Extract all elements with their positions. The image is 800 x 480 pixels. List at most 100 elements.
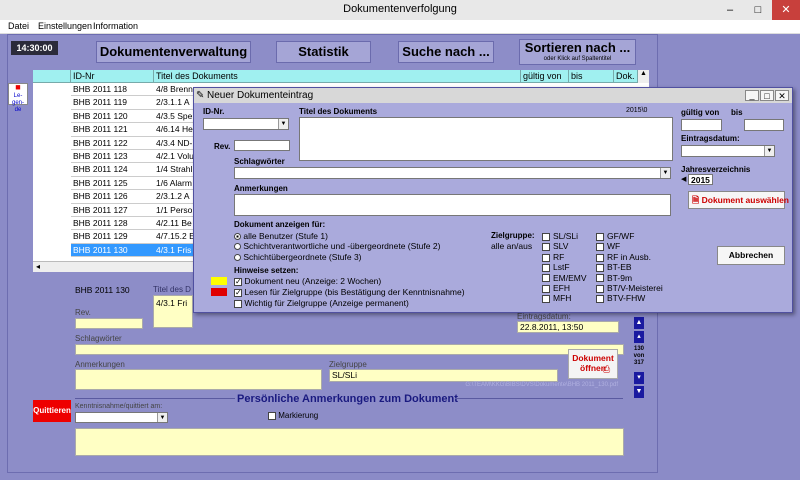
dialog-rev-field[interactable] xyxy=(234,140,290,151)
dialog-ziel-label: Zielgruppe: xyxy=(491,231,535,240)
radio-stufe-3-dot[interactable] xyxy=(234,254,241,262)
detail-rev-field[interactable] xyxy=(75,318,143,329)
hinweis-lesen[interactable]: ✓ Lesen für Zielgruppe (bis Bestätigung … xyxy=(234,287,465,297)
zielgruppe-option[interactable]: BT/V-Meisterei xyxy=(596,283,663,293)
zielgruppe-checkbox[interactable] xyxy=(542,284,550,293)
cancel-button[interactable]: Abbrechen xyxy=(717,246,785,265)
dialog-close-button[interactable]: ✕ xyxy=(775,90,789,101)
sortieren-button[interactable]: Sortieren nach ... oder Klick auf Spalte… xyxy=(519,39,636,65)
radio-stufe-2[interactable]: Schichtverantwortliche und -übergeordnet… xyxy=(234,241,440,251)
radio-stufe-2-dot[interactable] xyxy=(234,243,241,251)
grid-header-id[interactable]: ID-Nr xyxy=(71,70,154,83)
chevron-down-icon: ▼ xyxy=(278,119,288,129)
radio-stufe-1-dot[interactable] xyxy=(234,233,241,241)
kenntnis-dropdown[interactable]: ▼ xyxy=(75,412,168,423)
zielgruppe-checkbox[interactable] xyxy=(542,243,550,252)
zielgruppe-option[interactable]: EFH xyxy=(542,283,587,293)
dialog-bis-field[interactable] xyxy=(744,119,784,131)
zielgruppe-option[interactable]: RF in Ausb. xyxy=(596,252,663,262)
personal-notes-field[interactable] xyxy=(75,428,624,456)
zielgruppe-option[interactable]: BT-EB xyxy=(596,262,663,272)
zielgruppe-checkbox[interactable] xyxy=(596,295,604,304)
zielgruppe-checkbox[interactable] xyxy=(596,232,604,241)
zielgruppe-label: BT-9m xyxy=(607,272,633,283)
zielgruppe-option[interactable]: LstF xyxy=(542,262,587,272)
zielgruppe-option[interactable]: MFH xyxy=(542,293,587,303)
grid-scroll-up-icon[interactable]: ▲ xyxy=(638,70,649,83)
detail-schlag-field[interactable] xyxy=(75,344,624,355)
hinweis-neu-checkbox[interactable]: ✓ xyxy=(234,277,242,286)
markierung-checkbox[interactable] xyxy=(268,411,276,420)
detail-anm-field[interactable] xyxy=(75,369,322,390)
zielgruppe-option[interactable]: BTV-FHW xyxy=(596,293,663,303)
detail-ziel-field[interactable]: SL/SLi xyxy=(329,369,558,382)
scroll-left-icon[interactable]: ◂ xyxy=(36,262,40,271)
close-button[interactable]: ✕ xyxy=(772,0,800,20)
grid-header-title[interactable]: Titel des Dokuments xyxy=(154,70,521,83)
open-document-button[interactable]: Dokument öffnen xyxy=(568,349,618,379)
dialog-schlag-label: Schlagwörter xyxy=(234,157,285,166)
radio-stufe-3[interactable]: Schichtübergeordnete (Stufe 3) xyxy=(234,252,362,262)
zielgruppe-option[interactable]: SL/SLi xyxy=(542,231,587,241)
menu-information[interactable]: Information xyxy=(93,21,138,31)
dialog-jahr-value[interactable]: 2015 xyxy=(688,174,713,185)
zielgruppe-checkbox[interactable] xyxy=(542,274,550,283)
nav-counter: 130 von 317 xyxy=(632,346,646,367)
cell-id: BHB 2011 118 xyxy=(73,84,128,94)
jahr-left-icon[interactable]: ◀ xyxy=(681,175,686,183)
alle-toggle[interactable]: alle an/aus xyxy=(491,241,532,251)
hinweis-wichtig-checkbox[interactable] xyxy=(234,299,242,308)
zielgruppe-checkbox[interactable] xyxy=(596,263,604,272)
detail-title-value[interactable]: 4/3.1 Fri xyxy=(153,295,193,328)
zielgruppe-checkbox[interactable] xyxy=(596,243,604,252)
statistik-button[interactable]: Statistik xyxy=(276,41,371,63)
zielgruppe-checkbox[interactable] xyxy=(542,263,550,272)
dialog-maximize-button[interactable]: □ xyxy=(760,90,774,101)
dialog-id-dropdown[interactable]: ▼ xyxy=(203,118,289,130)
suche-button[interactable]: Suche nach ... xyxy=(398,41,494,63)
dialog-minimize-button[interactable]: _ xyxy=(745,90,759,101)
markierung-label: Markierung xyxy=(278,411,319,420)
grid-header-dok[interactable]: Dok. xyxy=(614,70,638,83)
dialog-anm-field[interactable] xyxy=(234,194,671,216)
zielgruppe-checkbox[interactable] xyxy=(596,274,604,283)
hinweis-lesen-checkbox[interactable]: ✓ xyxy=(234,288,242,297)
dialog-schlag-dropdown[interactable]: ▼ xyxy=(234,167,671,179)
legend-icon[interactable]: ■ Le-gen-de xyxy=(8,83,28,113)
grid-header-bis[interactable]: bis xyxy=(569,70,614,83)
maximize-button[interactable]: □ xyxy=(744,0,772,20)
zielgruppe-column-1: SL/SLi SLV RF LstF EM/EMV EFH MFH xyxy=(542,231,587,304)
select-document-button[interactable]: 🗎 Dokument auswählen xyxy=(688,191,789,209)
hinweis-neu[interactable]: ✓ Dokument neu (Anzeige: 2 Wochen) xyxy=(234,276,381,286)
zielgruppe-option[interactable]: WF xyxy=(596,241,663,251)
menu-einstellungen[interactable]: Einstellungen xyxy=(38,21,92,31)
personal-notes-title: Persönliche Anmerkungen zum Dokument xyxy=(237,393,458,405)
zielgruppe-option[interactable]: SLV xyxy=(542,241,587,251)
nav-prev-icon[interactable]: ▴ xyxy=(634,331,644,343)
zielgruppe-checkbox[interactable] xyxy=(542,232,550,241)
dialog-title-field[interactable] xyxy=(299,117,673,161)
nav-last-icon[interactable]: ▼ xyxy=(634,386,644,398)
hinweis-wichtig[interactable]: Wichtig für Zielgruppe (Anzeige permanen… xyxy=(234,298,409,308)
zielgruppe-option[interactable]: BT-9m xyxy=(596,273,663,283)
dokumentenverwaltung-button[interactable]: Dokumentenverwaltung xyxy=(96,41,251,63)
grid-header-von[interactable]: gültig von xyxy=(521,70,569,83)
menu-datei[interactable]: Datei xyxy=(8,21,29,31)
zielgruppe-option[interactable]: RF xyxy=(542,252,587,262)
dialog-von-field[interactable] xyxy=(681,119,722,131)
minimize-button[interactable]: – xyxy=(716,0,744,20)
quittieren-button[interactable]: Quittieren xyxy=(33,400,71,422)
zielgruppe-option[interactable]: GF/WF xyxy=(596,231,663,241)
cell-id: BHB 2011 129 xyxy=(73,231,128,242)
zielgruppe-checkbox[interactable] xyxy=(542,295,550,304)
radio-stufe-1[interactable]: alle Benutzer (Stufe 1) xyxy=(234,231,328,241)
nav-next-icon[interactable]: ▾ xyxy=(634,372,644,384)
nav-first-icon[interactable]: ▲ xyxy=(634,317,644,329)
zielgruppe-option[interactable]: EM/EMV xyxy=(542,273,587,283)
zielgruppe-checkbox[interactable] xyxy=(596,284,604,293)
markierung-option[interactable]: Markierung xyxy=(268,411,318,420)
cell-id: BHB 2011 119 xyxy=(73,97,128,108)
zielgruppe-checkbox[interactable] xyxy=(542,253,550,262)
dialog-eintrag-dropdown[interactable]: ▼ xyxy=(681,145,775,157)
zielgruppe-checkbox[interactable] xyxy=(596,253,604,262)
